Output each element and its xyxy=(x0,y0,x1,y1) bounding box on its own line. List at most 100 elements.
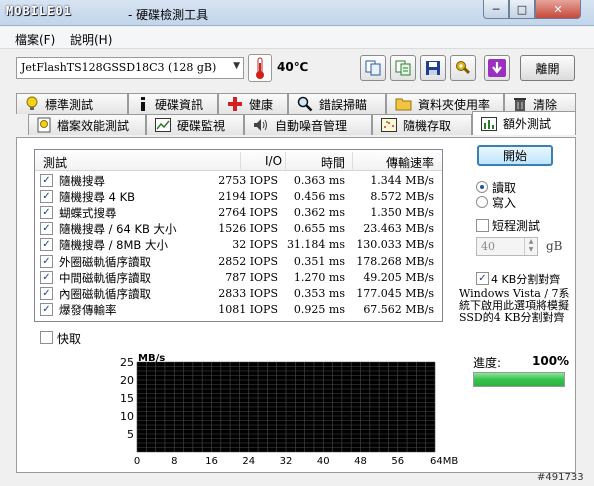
row-checkbox[interactable]: ✓ xyxy=(40,190,53,204)
options-button[interactable] xyxy=(450,55,476,81)
test-size-value: 40 xyxy=(481,240,495,253)
row-checkbox[interactable]: ✓ xyxy=(40,174,53,187)
header-test[interactable]: 測試 xyxy=(43,154,67,171)
progress-label: 進度: xyxy=(473,356,502,370)
throughput-chart: 5 10 15 20 25 0 8 16 24 32 40 48 56 64MB MB/s xyxy=(120,353,458,467)
save-button[interactable] xyxy=(420,55,446,81)
row-test-name: 隨機搜尋 4 KB xyxy=(59,190,136,205)
speaker-icon xyxy=(254,119,267,131)
row-rate: 1.350 MB/s xyxy=(370,206,434,220)
copy-button[interactable] xyxy=(360,55,386,81)
watermark: #491733 xyxy=(537,472,584,483)
menu-file[interactable]: 檔案(F) xyxy=(15,31,55,48)
drive-select-value: JetFlashTS128GSSD18C3 (128 gB) xyxy=(21,61,217,74)
trash-icon xyxy=(514,98,526,111)
row-checkbox[interactable]: ✓ xyxy=(40,254,53,268)
tab-random-access[interactable]: 隨機存取 xyxy=(372,114,472,135)
tab-extra-tests[interactable]: 額外測試 xyxy=(472,111,576,135)
row-time: 0.351 ms xyxy=(293,254,345,268)
write-radio[interactable] xyxy=(476,196,488,208)
row-time: 0.655 ms xyxy=(293,222,345,236)
tab-aam-label: 自動噪音管理 xyxy=(275,118,348,133)
row-time: 0.925 ms xyxy=(293,302,345,316)
chart-y-axis-label: MB/s xyxy=(138,353,165,364)
header-time[interactable]: 時間 xyxy=(321,154,345,171)
cache-label: 快取 xyxy=(57,332,82,346)
tab-random-access-label: 隨機存取 xyxy=(403,118,452,133)
tab-disk-monitor[interactable]: 硬碟監視 xyxy=(146,114,244,135)
temperature-value: 40℃ xyxy=(277,60,309,74)
row-checkbox[interactable]: ✓ xyxy=(40,206,53,220)
exit-button[interactable]: 離開 xyxy=(520,55,575,81)
row-time: 31.184 ms xyxy=(286,238,345,252)
short-test-checkbox[interactable] xyxy=(476,219,489,232)
header-divider xyxy=(352,152,353,169)
progress-value: 100% xyxy=(532,354,570,368)
tab-health[interactable]: 健康 xyxy=(218,93,288,114)
menu-help[interactable]: 說明(H) xyxy=(70,31,112,48)
start-button[interactable]: 開始 xyxy=(477,145,553,166)
table-row[interactable]: ✓ 隨機搜尋 4 KB 2194 IOPS 0.456 ms 8.572 MB/s xyxy=(35,188,442,204)
chart-x-tick-label: 8 xyxy=(171,456,177,467)
thermometer-icon xyxy=(256,57,264,79)
tab-file-benchmark[interactable]: 檔案效能測試 xyxy=(28,114,146,135)
minimize-button[interactable]: ─ xyxy=(483,0,509,19)
write-label: 寫入 xyxy=(492,196,517,210)
row-io: 2764 IOPS xyxy=(218,206,278,220)
test-size-spinner[interactable]: 40 ▲ ▼ xyxy=(476,237,538,256)
tab-benchmark[interactable]: 標準測試 xyxy=(16,93,128,114)
row-checkbox[interactable]: ✓ xyxy=(40,286,53,300)
row-checkbox[interactable]: ✓ xyxy=(40,302,53,316)
temperature-button[interactable] xyxy=(248,54,272,82)
download-button[interactable] xyxy=(484,55,510,81)
chart-icon xyxy=(155,118,171,132)
copy-text-button[interactable] xyxy=(390,55,416,81)
chart-y-tick-label: 15 xyxy=(120,392,134,405)
chart-x-tick-label: 48 xyxy=(354,456,367,467)
scatter-icon xyxy=(381,118,397,132)
chart-x-tick-label: 64MB xyxy=(430,456,458,467)
align-note: Windows Vista / 7系統下啟用此選項將模擬SSD的4 KB分割對齊 xyxy=(459,287,570,324)
short-test-label: 短程測試 xyxy=(492,219,541,233)
cache-checkbox[interactable] xyxy=(40,331,53,344)
window-title: - 硬碟檢測工具 xyxy=(128,8,209,22)
row-checkbox[interactable]: ✓ xyxy=(40,238,53,252)
read-radio[interactable] xyxy=(476,181,488,193)
spinner-arrows-icon[interactable]: ▲ ▼ xyxy=(524,238,537,255)
chart-x-tick-label: 16 xyxy=(205,456,218,467)
align-4kb-checkbox[interactable]: ✓ xyxy=(476,272,489,285)
table-row[interactable]: ✓ 隨機搜尋 / 64 KB 大小 1526 IOPS 0.655 ms 23.463 … xyxy=(35,220,442,236)
row-rate: 177.045 MB/s xyxy=(356,286,434,300)
header-io[interactable]: I/O xyxy=(265,154,282,168)
maximize-button[interactable]: □ xyxy=(509,0,535,19)
table-row[interactable]: ✓ 爆發傳輸率 1081 IOPS 0.925 ms 67.562 MB/s xyxy=(35,301,442,317)
table-row[interactable]: ✓ 中間磁軌循序讀取 787 IOPS 1.270 ms 49.205 MB/s xyxy=(35,269,442,285)
chart-y-tick-label: 5 xyxy=(127,428,134,441)
table-row[interactable]: ✓ 內圈磁軌循序讀取 2833 IOPS 0.353 ms 177.045 MB/s xyxy=(35,285,442,301)
row-test-name: 中間磁軌循序讀取 xyxy=(59,270,151,285)
tab-error-scan[interactable]: 錯誤掃瞄 xyxy=(288,93,386,114)
row-rate: 8.572 MB/s xyxy=(370,190,434,204)
table-row[interactable]: ✓ 外圈磁軌循序讀取 2852 IOPS 0.351 ms 178.268 MB/s xyxy=(35,253,442,269)
test-size-unit: gB xyxy=(546,239,563,253)
header-rate[interactable]: 傳輸速率 xyxy=(386,154,434,171)
chart-x-tick-label: 24 xyxy=(242,456,255,467)
health-cross-icon xyxy=(228,97,242,111)
drive-select[interactable]: JetFlashTS128GSSD18C3 (128 gB) ▼ xyxy=(16,57,244,79)
row-io: 32 IOPS xyxy=(232,238,278,252)
header-divider xyxy=(240,152,241,169)
table-row[interactable]: ✓ 隨機搜尋 / 8MB 大小 32 IOPS 31.184 ms 130.033 MB… xyxy=(35,236,442,252)
row-checkbox[interactable]: ✓ xyxy=(40,222,53,236)
row-time: 1.270 ms xyxy=(293,270,345,284)
row-time: 0.362 ms xyxy=(293,206,345,220)
chart-x-tick-label: 0 xyxy=(134,456,140,467)
row-checkbox[interactable]: ✓ xyxy=(40,270,53,284)
tab-disk-info[interactable]: 硬碟資訊 xyxy=(128,93,218,114)
tab-disk-info-label: 硬碟資訊 xyxy=(155,97,204,112)
table-row[interactable]: ✓ 隨機搜尋 2753 IOPS 0.363 ms 1.344 MB/s xyxy=(35,172,442,188)
tab-aam[interactable]: 自動噪音管理 xyxy=(244,114,372,135)
table-row[interactable]: ✓ 蝴蝶式搜尋 2764 IOPS 0.362 ms 1.350 MB/s xyxy=(35,204,442,220)
close-button[interactable]: ✕ xyxy=(535,0,581,19)
tools-icon xyxy=(456,61,471,75)
row-time: 0.363 ms xyxy=(293,174,345,187)
